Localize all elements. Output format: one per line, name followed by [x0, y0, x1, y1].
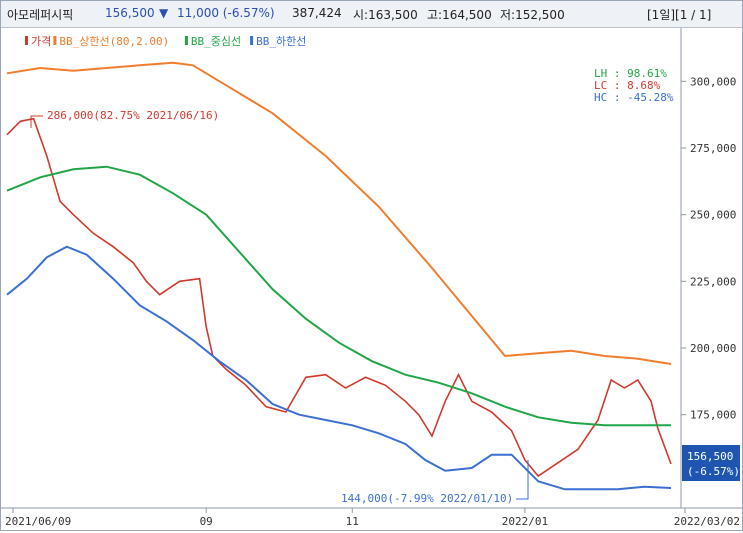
legend-label: BB_중심선 — [191, 35, 241, 48]
legend-swatch — [184, 36, 188, 45]
x-tick-label: 2022/03/02 — [674, 515, 740, 528]
current-price: 156,500 — [105, 6, 155, 20]
legend: 가격 BB_상한선(80,2.00) BB_중심선 BB_하한선 — [25, 34, 306, 48]
title-bar: 아모레퍼시픽 156,500 ▼ 11,000 (-6.57%) 387,424… — [1, 1, 742, 28]
current-price-box-price: 156,500 — [687, 450, 733, 463]
low-annotation: 144,000(-7.99% 2022/01/10) — [341, 492, 513, 505]
down-arrow-icon: ▼ — [159, 6, 169, 20]
x-tick-label: 2022/01 — [502, 515, 548, 528]
high-annotation: 286,000(82.75% 2021/06/16) — [47, 109, 219, 122]
stat-hc: HC : -45.28% — [594, 91, 674, 104]
price-change: 11,000 (-6.57%) — [177, 6, 275, 20]
chart-window: 아모레퍼시픽 156,500 ▼ 11,000 (-6.57%) 387,424… — [0, 0, 743, 531]
y-tick-label: 175,000 — [690, 409, 736, 422]
y-tick-label: 200,000 — [690, 342, 736, 355]
current-price-box-change: (-6.57%) — [687, 465, 740, 478]
x-tick-label: 09 — [200, 515, 213, 528]
y-tick-label: 300,000 — [690, 75, 736, 88]
open-price: 시:163,500 — [353, 8, 418, 22]
y-tick-label: 225,000 — [690, 275, 736, 288]
period-indicator[interactable]: [1일][1 / 1] — [647, 6, 711, 23]
stock-name[interactable]: 아모레퍼시픽 — [7, 6, 73, 23]
x-tick-label: 11 — [346, 515, 359, 528]
low-price: 저:152,500 — [500, 8, 565, 22]
legend-label: BB_상한선(80,2.00) — [59, 35, 169, 48]
price-chart[interactable]: 300,000 275,000 250,000 225,000 200,000 175,0… — [1, 28, 742, 530]
legend-swatch — [250, 36, 254, 45]
y-tick-label: 275,000 — [690, 142, 736, 155]
y-tick-label: 250,000 — [690, 209, 736, 222]
x-tick-label: 2021/06/09 — [5, 515, 71, 528]
legend-swatch — [53, 36, 57, 45]
high-price: 고:164,500 — [427, 8, 492, 22]
legend-swatch — [25, 36, 28, 45]
volume: 387,424 — [292, 6, 342, 20]
plot-area[interactable]: 300,000 275,000 250,000 225,000 200,000 175,0… — [1, 28, 742, 530]
legend-label: BB_하한선 — [256, 34, 306, 48]
legend-label: 가격 — [31, 35, 51, 48]
